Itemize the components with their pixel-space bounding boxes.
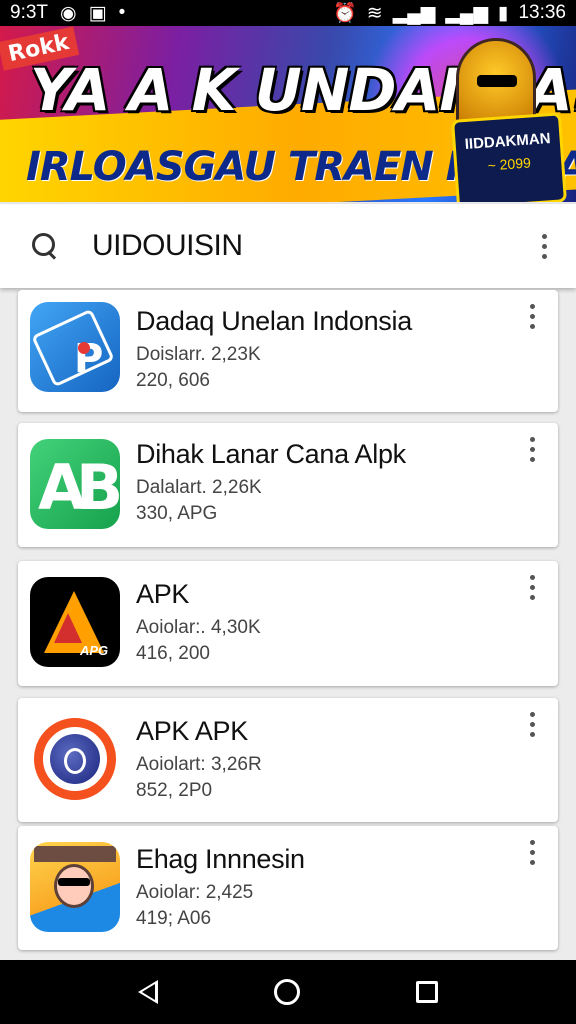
more-vert-icon[interactable]: [522, 437, 542, 462]
app-meta-downloads: Aoiolart: 3,26R: [136, 754, 262, 775]
home-icon[interactable]: [274, 979, 300, 1005]
messenger-icon: ◉: [60, 2, 77, 24]
wifi-icon: ≋: [366, 2, 383, 24]
back-icon[interactable]: [138, 980, 158, 1004]
list-item[interactable]: Ehag Innnesin Aoiolar: 2,425 419; A06: [18, 826, 558, 950]
list-item[interactable]: P Dadaq Unelan Indonsia Doislarr. 2,23K …: [18, 290, 558, 412]
status-time-left: 9:3T: [10, 2, 49, 23]
more-vert-icon[interactable]: [534, 233, 554, 259]
green-ab-icon: AB: [30, 439, 120, 529]
app-name: Dadaq Unelan Indonsia: [136, 306, 412, 336]
search-icon[interactable]: [30, 231, 60, 261]
banner-badge-line2: ~ 2099: [487, 154, 532, 174]
navigation-bar: [0, 960, 576, 1024]
red-ring-icon: [30, 714, 120, 804]
app-name: Ehag Innnesin: [136, 844, 305, 874]
status-left: 9:3T ◉ ▣ •: [10, 2, 125, 25]
status-bar: 9:3T ◉ ▣ • ⏰ ≋ ▂▄▆ ▂▄▆ ▮ 13:36: [0, 0, 576, 26]
app-meta-size: 220, 606: [136, 370, 210, 391]
app-name: APK APK: [136, 716, 248, 746]
search-bar[interactable]: UIDOUISIN: [0, 204, 576, 288]
app-meta-downloads: Dalalart. 2,26K: [136, 477, 262, 498]
app-name: Dihak Lanar Cana Alpk: [136, 439, 406, 469]
blue-apk-icon: P: [30, 302, 120, 392]
search-input[interactable]: UIDOUISIN: [92, 229, 534, 263]
black-a-icon: APG: [30, 577, 120, 667]
more-vert-icon[interactable]: [522, 840, 542, 865]
app-meta-downloads: Aoiolar:. 4,30K: [136, 617, 261, 638]
list-item[interactable]: APG APK Aoiolar:. 4,30K 416, 200: [18, 561, 558, 686]
status-time-right: 13:36: [518, 2, 566, 23]
alarm-icon: ⏰: [333, 3, 357, 24]
gallery-icon: ▣: [88, 2, 107, 24]
signal-icon: ▂▄▆: [445, 2, 488, 24]
more-vert-icon[interactable]: [522, 304, 542, 329]
app-list: P Dadaq Unelan Indonsia Doislarr. 2,23K …: [0, 290, 576, 960]
app-meta-size: 419; A06: [136, 908, 212, 929]
status-right: ⏰ ≋ ▂▄▆ ▂▄▆ ▮ 13:36: [333, 1, 566, 25]
list-item[interactable]: APK APK Aoiolart: 3,26R 852, 2P0: [18, 698, 558, 822]
recents-icon[interactable]: [416, 981, 438, 1003]
yellow-character-icon: [30, 842, 120, 932]
app-meta-downloads: Doislarr. 2,23K: [136, 344, 261, 365]
app-meta-size: 330, APG: [136, 503, 218, 524]
more-vert-icon[interactable]: [522, 575, 542, 600]
dots-icon: •: [118, 2, 126, 23]
app-meta-downloads: Aoiolar: 2,425: [136, 882, 254, 903]
app-name: APK: [136, 579, 190, 609]
app-meta-size: 416, 200: [136, 643, 210, 664]
app-meta-size: 852, 2P0: [136, 780, 213, 801]
promo-banner[interactable]: Rokk YA A K UNDANSA! IRLOASGAU TRAEN IND…: [0, 26, 576, 202]
banner-badge: IIDDAKMAN ~ 2099: [450, 112, 568, 202]
banner-badge-line1: IIDDAKMAN: [464, 130, 552, 154]
list-item[interactable]: AB Dihak Lanar Cana Alpk Dalalart. 2,26K…: [18, 423, 558, 547]
signal-icon: ▂▄▆: [392, 2, 436, 24]
battery-icon: ▮: [497, 2, 509, 24]
more-vert-icon[interactable]: [522, 712, 542, 737]
